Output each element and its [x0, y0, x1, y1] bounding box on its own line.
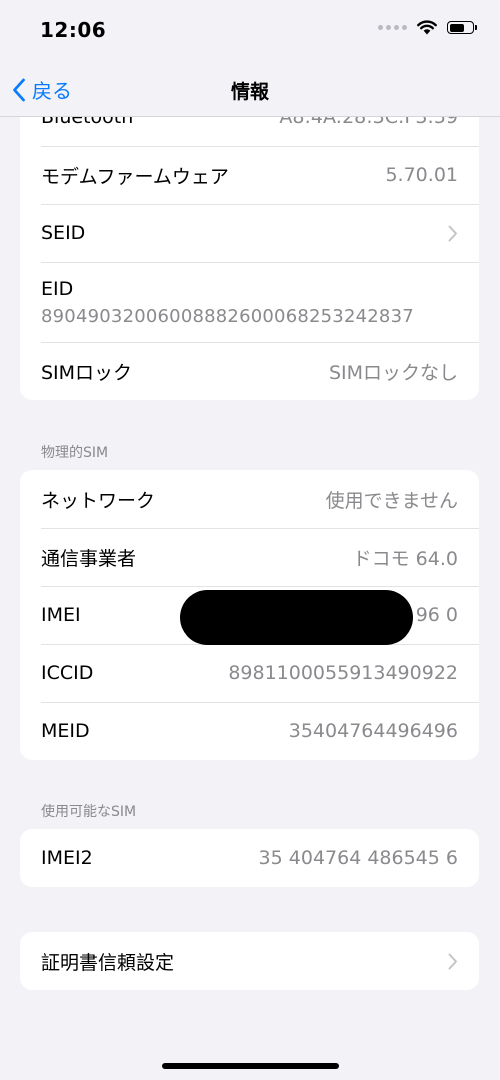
row-value: 96 0: [415, 604, 458, 626]
device-info-group: Bluetooth A8:4A:28:3C:F3:59 モデムファームウェア 5…: [20, 88, 479, 400]
redaction-mark: [180, 590, 413, 645]
status-icons: [378, 20, 477, 35]
certificate-trust-settings-row[interactable]: 証明書信頼設定: [20, 932, 479, 990]
chevron-right-icon: [448, 953, 458, 970]
seid-row[interactable]: SEID: [20, 204, 479, 262]
row-value: 8981100055913490922: [228, 662, 458, 684]
row-label: SIMロック: [41, 361, 133, 384]
row-label: IMEI2: [41, 847, 93, 869]
page-title: 情報: [230, 81, 269, 103]
status-bar: 12:06: [0, 0, 500, 62]
row-label: ネットワーク: [41, 489, 156, 512]
wifi-icon: [417, 20, 437, 35]
meid-row: MEID 35404764496496: [20, 702, 479, 760]
row-label: MEID: [41, 720, 90, 742]
row-label: IMEI: [41, 604, 81, 626]
navigation-bar: 戻る 情報: [0, 62, 500, 117]
eid-value: 89049032006008882600068253242837: [41, 305, 414, 327]
row-value: ドコモ 64.0: [352, 547, 458, 570]
row-label: EID: [41, 277, 74, 300]
row-label: 証明書信頼設定: [41, 951, 175, 974]
row-label: モデムファームウェア: [41, 165, 229, 188]
cellular-signal-icon: [378, 25, 407, 30]
iccid-row: ICCID 8981100055913490922: [20, 644, 479, 702]
network-row: ネットワーク 使用できません: [20, 470, 479, 528]
row-value: SIMロックなし: [328, 361, 458, 384]
row-label: 通信事業者: [41, 547, 137, 570]
battery-icon: [447, 21, 477, 34]
carrier-row: 通信事業者 ドコモ 64.0: [20, 528, 479, 586]
modem-firmware-row: モデムファームウェア 5.70.01: [20, 146, 479, 204]
row-value: 使用できません: [325, 489, 458, 512]
row-value: 5.70.01: [385, 164, 458, 186]
imei2-row: IMEI2 35 404764 486545 6: [20, 829, 479, 887]
home-indicator[interactable]: [162, 1063, 339, 1069]
status-time: 12:06: [40, 18, 107, 42]
row-value: 35404764496496: [288, 720, 458, 742]
eid-row: EID 89049032006008882600068253242837: [20, 262, 479, 342]
row-label: SEID: [41, 222, 86, 244]
section-header-physical-sim: 物理的SIM: [41, 445, 109, 461]
chevron-right-icon: [448, 225, 458, 242]
sim-lock-row: SIMロック SIMロックなし: [20, 342, 479, 400]
certificate-group: 証明書信頼設定: [20, 932, 479, 990]
available-sim-group: IMEI2 35 404764 486545 6: [20, 829, 479, 887]
row-label: ICCID: [41, 662, 94, 684]
row-value: 35 404764 486545 6: [258, 847, 458, 869]
section-header-available-sim: 使用可能なSIM: [41, 804, 137, 820]
